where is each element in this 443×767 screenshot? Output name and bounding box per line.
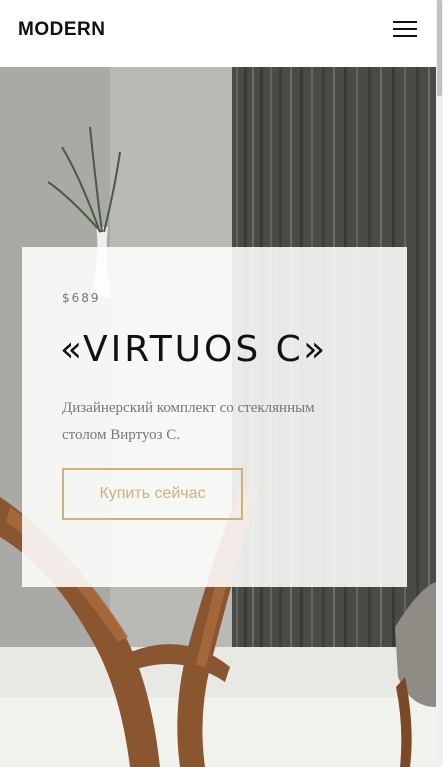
- site-header: MODERN: [0, 0, 436, 67]
- buy-now-button[interactable]: Купить сейчас: [62, 468, 243, 520]
- product-title: «VIRTUOS C»: [60, 329, 329, 370]
- page-scrollbar[interactable]: [436, 0, 443, 767]
- product-price: $689: [62, 291, 101, 305]
- product-card: $689 «VIRTUOS C» Дизайнерский комплект с…: [22, 247, 407, 587]
- site-logo[interactable]: MODERN: [18, 19, 105, 41]
- scrollbar-thumb[interactable]: [437, 0, 442, 96]
- product-description: Дизайнерский комплект со стеклянным стол…: [62, 400, 315, 443]
- hamburger-menu-icon[interactable]: [388, 18, 422, 40]
